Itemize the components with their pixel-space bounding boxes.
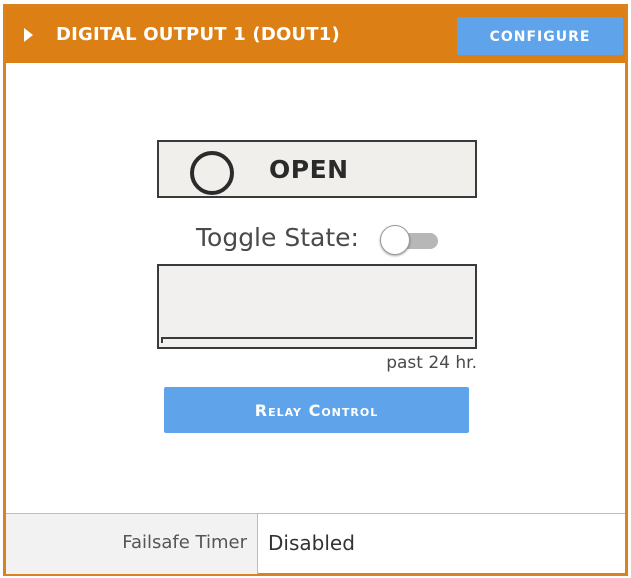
toggle-state-label: Toggle State: — [196, 223, 359, 252]
panel-header[interactable]: DIGITAL OUTPUT 1 (DOUT1) CONFIGURE — [6, 7, 625, 63]
history-baseline-tip — [161, 337, 167, 343]
toggle-knob[interactable] — [380, 225, 410, 255]
toggle-state-row: Toggle State: — [196, 221, 456, 257]
expand-caret-icon[interactable] — [24, 28, 33, 42]
toggle-state-switch[interactable] — [380, 225, 440, 255]
configure-button[interactable]: CONFIGURE — [457, 17, 623, 55]
circle-open-icon — [190, 151, 234, 195]
panel-title: DIGITAL OUTPUT 1 (DOUT1) — [56, 24, 340, 45]
history-baseline — [161, 337, 473, 339]
output-state-label: OPEN — [269, 155, 349, 184]
digital-output-panel: DIGITAL OUTPUT 1 (DOUT1) CONFIGURE OPEN … — [3, 4, 628, 576]
failsafe-timer-value: Disabled — [268, 531, 355, 555]
history-caption: past 24 hr. — [386, 353, 477, 373]
failsafe-timer-row: Failsafe Timer Disabled — [6, 513, 625, 574]
output-state-indicator: OPEN — [157, 140, 477, 198]
failsafe-timer-label: Failsafe Timer — [122, 532, 247, 553]
relay-control-button[interactable]: Relay Control — [164, 387, 469, 433]
state-history-chart — [157, 264, 477, 349]
failsafe-timer-key-cell: Failsafe Timer — [6, 514, 258, 574]
